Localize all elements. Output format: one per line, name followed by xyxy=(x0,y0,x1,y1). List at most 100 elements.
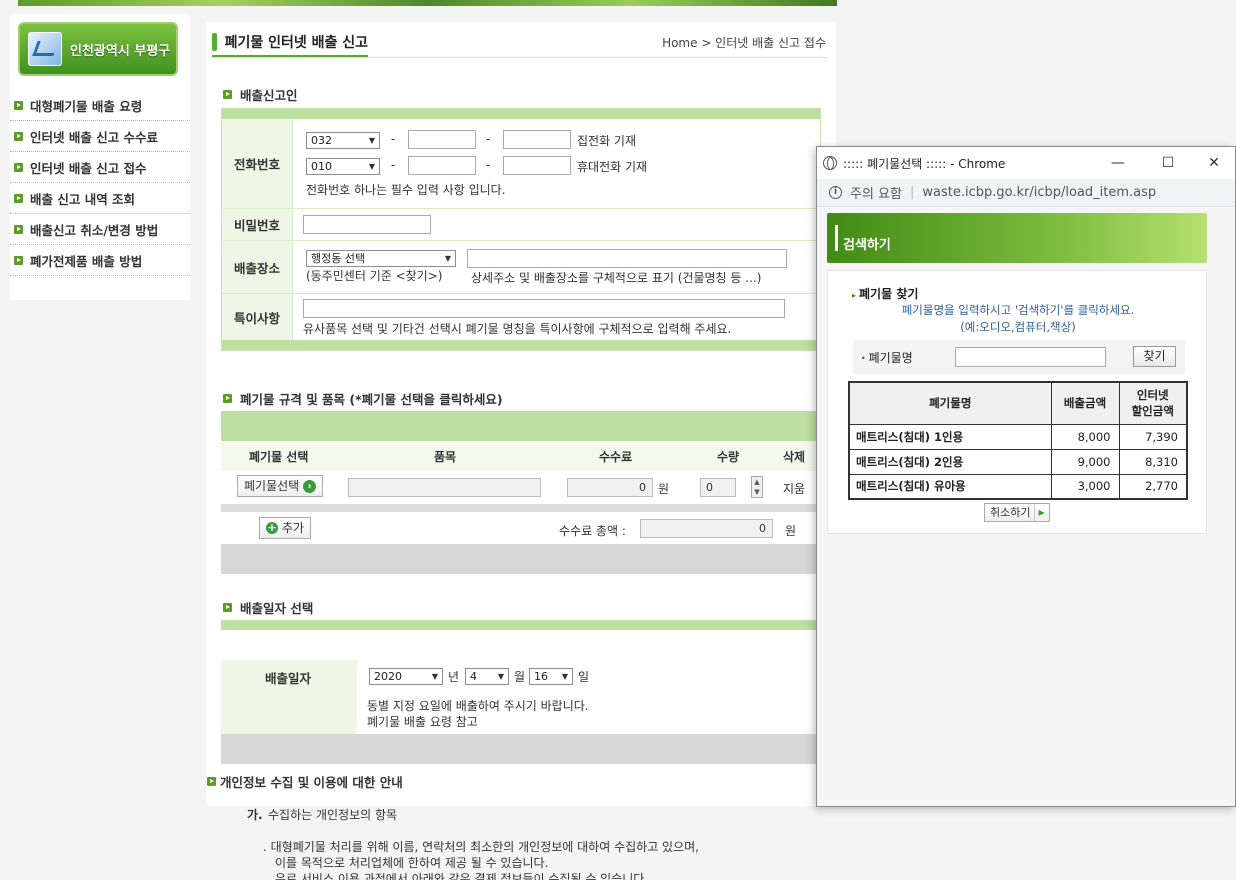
minimize-icon[interactable]: — xyxy=(1108,154,1128,172)
bullet-arrow-icon xyxy=(14,255,23,265)
popup-titlebar[interactable]: ::::: 폐기물선택 ::::: - Chrome — ☐ ✕ xyxy=(817,147,1235,179)
address-input[interactable] xyxy=(467,249,787,268)
item-name[interactable]: 매트리스(침대) 1인용 xyxy=(848,423,1052,450)
top-banner xyxy=(18,0,837,6)
find-button[interactable]: 찾기 xyxy=(1133,346,1176,367)
table-row[interactable]: 매트리스(침대) 2인용 9,000 8,310 xyxy=(848,448,1188,475)
bullet-arrow-icon xyxy=(223,90,232,99)
privacy-sub-heading: 수집하는 개인정보의 항목 xyxy=(268,808,398,822)
security-label[interactable]: 주의 요함 xyxy=(850,183,902,202)
quantity-stepper[interactable]: ▲ ▼ xyxy=(751,476,763,498)
sidebar-item-fees[interactable]: 인터넷 배출 신고 수수료 xyxy=(10,121,190,152)
popup-url: waste.icbp.go.kr/icbp/load_item.asp xyxy=(922,185,1157,200)
bullet-arrow-icon xyxy=(14,162,23,172)
date-top-band xyxy=(221,620,821,630)
district-logo[interactable]: 인천광역시 부평구 xyxy=(18,22,178,76)
dash: - xyxy=(391,158,396,172)
search-hint-1: 폐기물명을 입력하시고 '검색하기'를 클릭하세요. xyxy=(901,303,1135,317)
sidebar-item-label: 폐가전제품 배출 방법 xyxy=(30,253,143,269)
header-bar-icon xyxy=(835,225,838,251)
item-name-field xyxy=(348,478,541,497)
privacy-line-3: 은로 서비스 이용 과정에서 아래와 같은 결제 정보들이 수집될 수 있습니다… xyxy=(275,872,649,880)
arrow-right-icon: ▶ xyxy=(1034,504,1045,521)
address-note: 상세주소 및 배출장소를 구체적으로 표기 (건물명칭 등 ...) xyxy=(471,271,762,285)
day-select[interactable]: 16 xyxy=(529,668,573,685)
row-separator xyxy=(221,504,821,512)
col-internet-line-2: 할인금액 xyxy=(1131,404,1174,419)
home-area-code-select[interactable]: 032 xyxy=(306,132,380,149)
phone-label: 전화번호 xyxy=(222,119,293,208)
section-title: 개인정보 수집 및 이용에 대한 안내 xyxy=(220,775,403,790)
item-discount: 8,310 xyxy=(1118,448,1188,475)
add-button-label: 추가 xyxy=(282,521,305,535)
quantity-field[interactable]: 0 xyxy=(700,478,736,497)
privacy-line-1: . 대형폐기물 처리를 위해 이름, 연락처의 최소한의 개인정보에 대하여 수… xyxy=(263,840,699,854)
waste-name-search-input[interactable] xyxy=(955,347,1106,367)
privacy-sub-marker: 가. xyxy=(247,808,263,822)
waste-select-button[interactable]: 폐기물선택 › xyxy=(237,475,324,497)
popup-header-title: 검색하기 xyxy=(843,237,891,253)
item-name[interactable]: 매트리스(침대) 2인용 xyxy=(848,448,1052,475)
page-title-area: 폐기물 인터넷 배출 신고 xyxy=(212,28,368,58)
password-input[interactable] xyxy=(303,215,431,234)
waste-select-popup: ::::: 폐기물선택 ::::: - Chrome — ☐ ✕ i 주의 요함… xyxy=(816,146,1236,807)
mobile-prefix-select[interactable]: 010 xyxy=(306,158,380,175)
cancel-button[interactable]: 취소하기 ▶ xyxy=(984,503,1050,522)
sidebar-item-disposal-guide[interactable]: 대형폐기물 배출 요령 xyxy=(10,90,190,121)
sidebar-item-appliances[interactable]: 폐가전제품 배출 방법 xyxy=(10,245,190,276)
year-select[interactable]: 2020 xyxy=(369,668,443,685)
chart-monitor-icon xyxy=(28,32,62,66)
remarks-input[interactable] xyxy=(303,299,785,318)
cancel-button-label: 취소하기 xyxy=(990,506,1031,519)
popup-address-bar: i 주의 요함 | waste.icbp.go.kr/icbp/load_ite… xyxy=(817,179,1235,207)
dash: - xyxy=(486,158,491,172)
bullet-arrow-icon xyxy=(223,394,232,403)
logo-text: 인천광역시 부평구 xyxy=(70,43,171,59)
bullet-arrow-icon xyxy=(14,100,23,110)
form-bottom-band xyxy=(222,340,820,350)
bullet-arrow-icon xyxy=(207,777,216,786)
delete-link[interactable]: 지움 xyxy=(783,480,805,497)
form-top-band xyxy=(222,109,820,119)
table-row[interactable]: 매트리스(침대) 유아용 3,000 2,770 xyxy=(848,473,1188,500)
sidebar-item-label: 배출신고 취소/변경 방법 xyxy=(30,222,159,238)
row-divider xyxy=(222,293,820,294)
sidebar-item-history[interactable]: 배출 신고 내역 조회 xyxy=(10,183,190,214)
waste-select-button-label: 폐기물선택 xyxy=(244,479,300,493)
add-item-button[interactable]: + 추가 xyxy=(259,517,312,539)
col-waste-name: 폐기물명 xyxy=(848,381,1052,425)
total-fee-field: 0 xyxy=(640,519,773,538)
mobile-last-input[interactable] xyxy=(503,156,571,175)
sidebar-menu: 대형폐기물 배출 요령 인터넷 배출 신고 수수료 인터넷 배출 신고 접수 배… xyxy=(10,90,190,276)
district-find-note[interactable]: (동주민센터 기준 <찾기>) xyxy=(306,267,442,284)
close-icon[interactable]: ✕ xyxy=(1204,154,1224,172)
fee-field: 0 xyxy=(567,478,653,497)
mobile-middle-input[interactable] xyxy=(408,156,476,175)
maximize-icon[interactable]: ☐ xyxy=(1158,154,1178,172)
globe-icon xyxy=(823,156,837,170)
year-unit: 년 xyxy=(448,670,460,684)
district-select[interactable]: 행정동 선택 xyxy=(306,250,456,267)
home-phone-middle-input[interactable] xyxy=(408,130,476,149)
title-divider xyxy=(212,57,828,58)
find-waste-title: 폐기물 찾기 xyxy=(852,285,918,302)
table-row[interactable]: 매트리스(침대) 1인용 8,000 7,390 xyxy=(848,423,1188,450)
date-label-cell: 배출일자 xyxy=(221,660,357,734)
waste-item-table: 폐기물명 배출금액 인터넷 할인금액 매트리스(침대) 1인용 8,000 7,3… xyxy=(848,381,1188,500)
waste-section-footer xyxy=(221,544,821,574)
sidebar-item-label: 인터넷 배출 신고 접수 xyxy=(30,160,147,176)
dash: - xyxy=(391,132,396,146)
search-row: 폐기물명 찾기 xyxy=(853,340,1185,374)
sidebar-item-cancel-change[interactable]: 배출신고 취소/변경 방법 xyxy=(10,214,190,245)
month-select[interactable]: 4 xyxy=(465,668,509,685)
sidebar-item-online-report[interactable]: 인터넷 배출 신고 접수 xyxy=(10,152,190,183)
section-heading-date: 배출일자 선택 xyxy=(223,598,313,617)
date-note-1: 동별 지정 요일에 배출하여 주시기 바랍니다. xyxy=(367,699,589,713)
home-phone-last-input[interactable] xyxy=(503,130,571,149)
col-waste-select: 폐기물 선택 xyxy=(249,450,309,464)
item-name[interactable]: 매트리스(침대) 유아용 xyxy=(848,473,1052,500)
location-label: 배출장소 xyxy=(222,241,293,293)
address-separator: | xyxy=(909,185,915,200)
reporter-form: 전화번호 032 - - 집전화 기재 010 - - 휴대전화 기재 전화번호… xyxy=(221,108,821,351)
info-icon[interactable]: i xyxy=(829,186,842,199)
